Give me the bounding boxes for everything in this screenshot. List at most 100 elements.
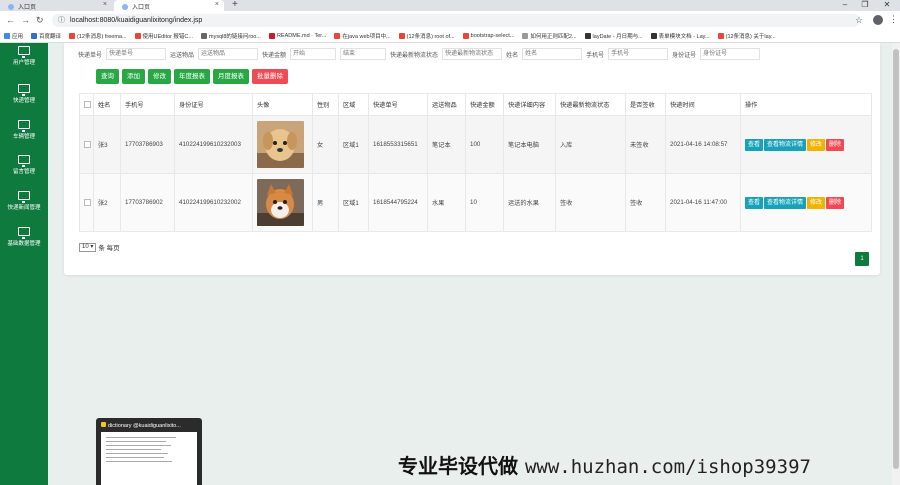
- page-size-suffix: 条 每页: [98, 245, 120, 252]
- new-tab-icon[interactable]: +: [232, 0, 238, 10]
- bookmark-favicon-icon: [398, 33, 405, 39]
- sidebar-item-basic-data[interactable]: 基础数据管理: [0, 227, 48, 247]
- table-row: 张2 17703786902 410224199610232002 男 区域1 …: [79, 173, 872, 232]
- row-delete-button[interactable]: 删除: [826, 196, 845, 209]
- watermark-url: www.huzhan.com/ishop39397: [524, 456, 811, 478]
- amount-end-input[interactable]: [340, 48, 387, 60]
- page-scrollbar[interactable]: [892, 43, 900, 485]
- bookmark-favicon-icon: [268, 33, 275, 39]
- bookmark-item[interactable]: README.md · Ter...: [268, 33, 326, 39]
- close-tab-icon[interactable]: ×: [215, 1, 219, 8]
- view-button[interactable]: 查看: [745, 138, 764, 151]
- row-edit-button[interactable]: 修改: [807, 196, 826, 209]
- search-label: 快递最新物流状态: [390, 52, 439, 59]
- menu-icon[interactable]: ⋮: [889, 14, 898, 25]
- bookmark-item[interactable]: 使用UEditor 报错C...: [134, 32, 193, 40]
- column-header: 快递时间: [665, 93, 741, 116]
- sidebar-item-express[interactable]: 快递管理: [0, 84, 48, 104]
- cell-phone: 17703786902: [120, 173, 175, 232]
- back-icon[interactable]: ←: [6, 15, 15, 25]
- taskbar-window-preview[interactable]: dictionary @kuaidiguanlixito...: [96, 418, 202, 485]
- sidebar-item-label: 快递新闻管理: [7, 205, 41, 211]
- bookmark-item[interactable]: 表单模块文档 - Lay...: [650, 32, 710, 40]
- year-report-button[interactable]: 年度报表: [174, 69, 210, 84]
- sidebar-item-vehicle[interactable]: 车辆管理: [0, 120, 48, 140]
- row-edit-button[interactable]: 修改: [807, 138, 826, 151]
- watermark-text: 专业毕设代做: [398, 454, 518, 478]
- column-header: 头像: [252, 93, 313, 116]
- month-report-button[interactable]: 月度报表: [213, 69, 249, 84]
- add-button[interactable]: 添加: [122, 69, 145, 84]
- bookmark-star-icon[interactable]: ☆: [855, 15, 863, 26]
- cell-actions: 查看 查看物流详情 修改 删除: [740, 173, 872, 232]
- amount-start-input[interactable]: [290, 48, 337, 60]
- page-size-select[interactable]: 10 ▾: [79, 242, 97, 252]
- bookmark-item[interactable]: mysql8的链接问roo...: [200, 32, 261, 40]
- phone-input[interactable]: [608, 48, 669, 60]
- maximize-icon[interactable]: ❐: [856, 0, 874, 9]
- search-label: 运送物品: [170, 52, 195, 59]
- sidebar-item-message[interactable]: 留言管理: [0, 155, 48, 175]
- tab-title: 入口页: [132, 5, 151, 11]
- bookmark-favicon-icon: [717, 33, 724, 39]
- status-input[interactable]: [442, 48, 503, 60]
- search-label: 姓名: [506, 52, 519, 59]
- page-1-button[interactable]: 1: [855, 252, 869, 266]
- cell-avatar: [252, 115, 313, 174]
- logistics-detail-button[interactable]: 查看物流详情: [764, 196, 807, 209]
- scrollbar-thumb[interactable]: [893, 49, 899, 469]
- cell-id-card: 410224199610232003: [174, 115, 253, 174]
- cell-tracking: 1618553315651: [368, 115, 428, 174]
- minimize-icon[interactable]: –: [836, 0, 854, 9]
- monitor-icon: [18, 227, 30, 239]
- forward-icon[interactable]: →: [21, 15, 30, 25]
- cell-region: 区域1: [338, 115, 369, 174]
- cell-phone: 17703786903: [120, 115, 175, 174]
- bookmark-favicon-icon: [200, 33, 207, 39]
- reload-icon[interactable]: ↻: [36, 15, 44, 26]
- bookmark-item[interactable]: (12条消息) 关于lay...: [717, 32, 776, 40]
- row-select-cell: [79, 115, 94, 174]
- sidebar: 用户管理 快递管理 车辆管理 留言管理 快递新闻管理 基础数据管理: [0, 43, 48, 485]
- browser-tab-2[interactable]: 入口页 ×: [114, 0, 224, 11]
- bookmark-item[interactable]: 在java web项目中...: [334, 32, 391, 40]
- sidebar-item-user[interactable]: 用户管理: [0, 46, 48, 66]
- cell-status: 签收: [555, 173, 626, 232]
- profile-icon[interactable]: [873, 15, 883, 25]
- edit-button[interactable]: 修改: [148, 69, 171, 84]
- bookmark-item[interactable]: 如何用正则匹配2...: [522, 32, 577, 40]
- row-checkbox[interactable]: [84, 140, 91, 148]
- browser-tab-1[interactable]: 入口页 ×: [0, 0, 112, 11]
- bookmark-item[interactable]: 百度翻译: [31, 32, 61, 40]
- batch-delete-button[interactable]: 批量删除: [252, 69, 288, 84]
- bookmark-item[interactable]: bootstrap-select...: [462, 33, 514, 39]
- search-form: 快递单号 运送物品 快递金额 快递最新物流状态 姓名 手机号 身份证号: [78, 48, 764, 60]
- cell-status: 入库: [555, 115, 626, 174]
- close-window-icon[interactable]: ✕: [878, 0, 896, 9]
- select-all-checkbox[interactable]: [84, 100, 91, 108]
- goods-input[interactable]: [198, 48, 259, 60]
- sidebar-item-label: 基础数据管理: [7, 241, 41, 247]
- bookmark-item[interactable]: (12条消息) root of...: [398, 32, 455, 40]
- name-input[interactable]: [522, 48, 583, 60]
- row-delete-button[interactable]: 删除: [826, 138, 845, 151]
- bookmark-item[interactable]: (12条消息) freema...: [69, 32, 127, 40]
- bookmark-favicon-icon: [31, 33, 38, 39]
- bookmark-item[interactable]: layDate - 月日期与...: [584, 32, 643, 40]
- row-checkbox[interactable]: [84, 198, 91, 206]
- tab-favicon-icon: [122, 3, 128, 10]
- cell-goods: 笔记本: [427, 115, 466, 174]
- url-field[interactable]: ⓘ localhost:8080/kuaidiguanlixitong/inde…: [52, 14, 860, 27]
- tracking-no-input[interactable]: [106, 48, 167, 60]
- logistics-detail-button[interactable]: 查看物流详情: [764, 138, 807, 151]
- id-card-input[interactable]: [700, 48, 761, 60]
- query-button[interactable]: 查询: [96, 69, 119, 84]
- monitor-icon: [18, 84, 30, 96]
- sidebar-item-news[interactable]: 快递新闻管理: [0, 191, 48, 211]
- bookmark-item[interactable]: 应用: [4, 32, 23, 40]
- close-tab-icon[interactable]: ×: [103, 1, 107, 8]
- cell-gender: 男: [312, 173, 339, 232]
- view-button[interactable]: 查看: [745, 196, 764, 209]
- cell-signed: 未签收: [625, 115, 666, 174]
- info-icon[interactable]: ⓘ: [58, 14, 65, 27]
